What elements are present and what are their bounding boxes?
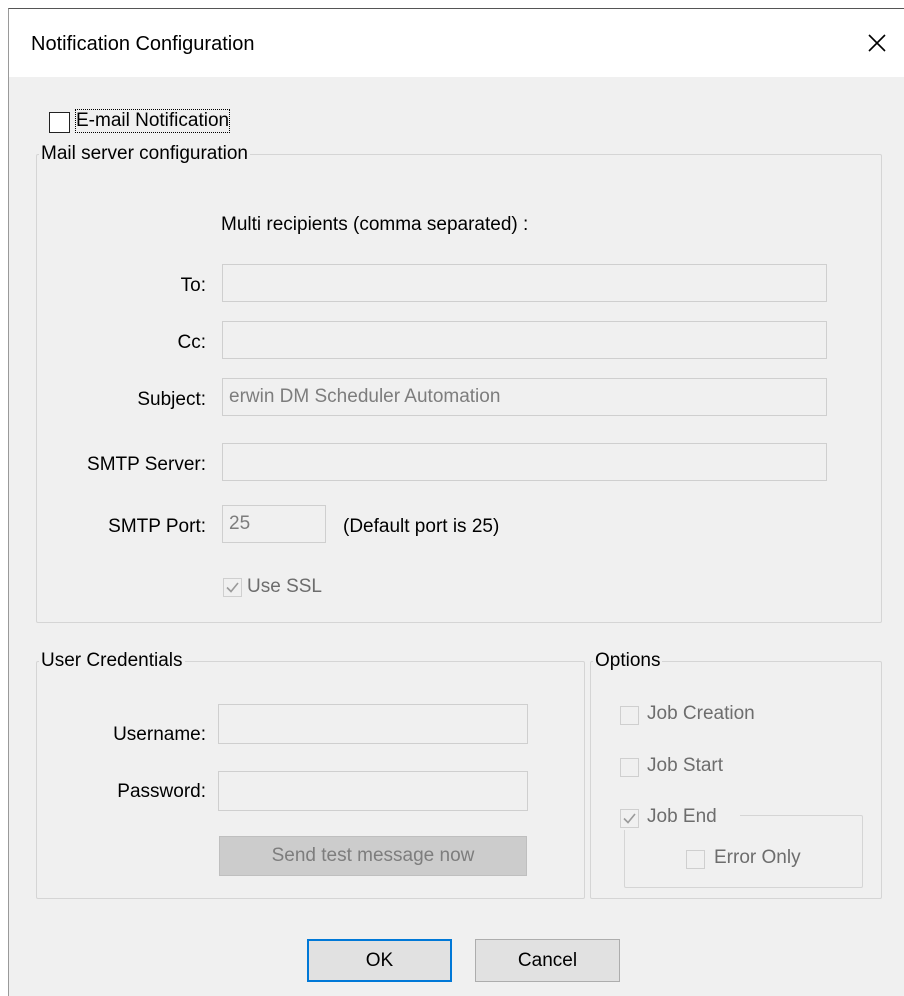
checkmark-icon bbox=[623, 813, 636, 824]
subject-field[interactable]: erwin DM Scheduler Automation bbox=[222, 378, 827, 416]
use-ssl-box[interactable] bbox=[223, 578, 242, 597]
multi-recipients-label: Multi recipients (comma separated) : bbox=[221, 214, 529, 235]
job-end-checkbox[interactable]: Job End bbox=[620, 806, 740, 830]
job-creation-box[interactable] bbox=[620, 706, 639, 725]
subject-label: Subject: bbox=[137, 389, 206, 410]
job-end-label: Job End bbox=[647, 806, 717, 827]
username-field[interactable] bbox=[218, 704, 528, 744]
user-credentials-group-label: User Credentials bbox=[39, 650, 185, 672]
error-only-box[interactable] bbox=[686, 850, 705, 869]
job-start-checkbox[interactable]: Job Start bbox=[620, 755, 770, 779]
ok-button[interactable]: OK bbox=[307, 939, 452, 982]
to-field[interactable] bbox=[222, 264, 827, 302]
job-start-label: Job Start bbox=[647, 755, 724, 776]
cc-field[interactable] bbox=[222, 321, 827, 359]
cancel-label: Cancel bbox=[517, 950, 578, 971]
smtp-port-label: SMTP Port: bbox=[108, 516, 206, 537]
email-notification-label: E-mail Notification bbox=[74, 109, 231, 133]
smtp-port-field[interactable]: 25 bbox=[222, 505, 326, 543]
title-bar: Notification Configuration bbox=[9, 9, 904, 77]
password-field[interactable] bbox=[218, 771, 528, 811]
error-only-label: Error Only bbox=[714, 847, 801, 868]
smtp-server-label: SMTP Server: bbox=[87, 454, 206, 475]
job-creation-label: Job Creation bbox=[647, 703, 755, 724]
job-end-box[interactable] bbox=[620, 809, 639, 828]
send-test-message-label: Send test message now bbox=[271, 845, 475, 866]
username-label: Username: bbox=[113, 724, 206, 745]
default-port-note: (Default port is 25) bbox=[343, 516, 500, 537]
error-only-checkbox[interactable]: Error Only bbox=[686, 847, 826, 871]
job-start-box[interactable] bbox=[620, 758, 639, 777]
email-notification-box[interactable] bbox=[49, 112, 70, 133]
email-notification-checkbox[interactable]: E-mail Notification bbox=[49, 109, 259, 134]
close-button[interactable] bbox=[855, 21, 899, 65]
send-test-message-button[interactable]: Send test message now bbox=[219, 836, 527, 876]
to-label: To: bbox=[180, 275, 206, 296]
options-group-label: Options bbox=[593, 650, 663, 672]
use-ssl-label: Use SSL bbox=[247, 576, 322, 597]
password-label: Password: bbox=[117, 781, 206, 802]
ok-label: OK bbox=[365, 950, 394, 971]
cc-label: Cc: bbox=[177, 332, 207, 353]
window-title: Notification Configuration bbox=[31, 33, 255, 55]
notification-dialog: Notification Configuration E-mail Notifi… bbox=[8, 8, 904, 996]
cancel-button[interactable]: Cancel bbox=[475, 939, 620, 982]
checkmark-icon bbox=[226, 582, 239, 593]
use-ssl-checkbox[interactable]: Use SSL bbox=[223, 576, 353, 600]
mail-server-group-label: Mail server configuration bbox=[39, 143, 250, 165]
job-creation-checkbox[interactable]: Job Creation bbox=[620, 703, 800, 727]
close-icon bbox=[868, 34, 886, 52]
smtp-server-field[interactable] bbox=[222, 443, 827, 481]
